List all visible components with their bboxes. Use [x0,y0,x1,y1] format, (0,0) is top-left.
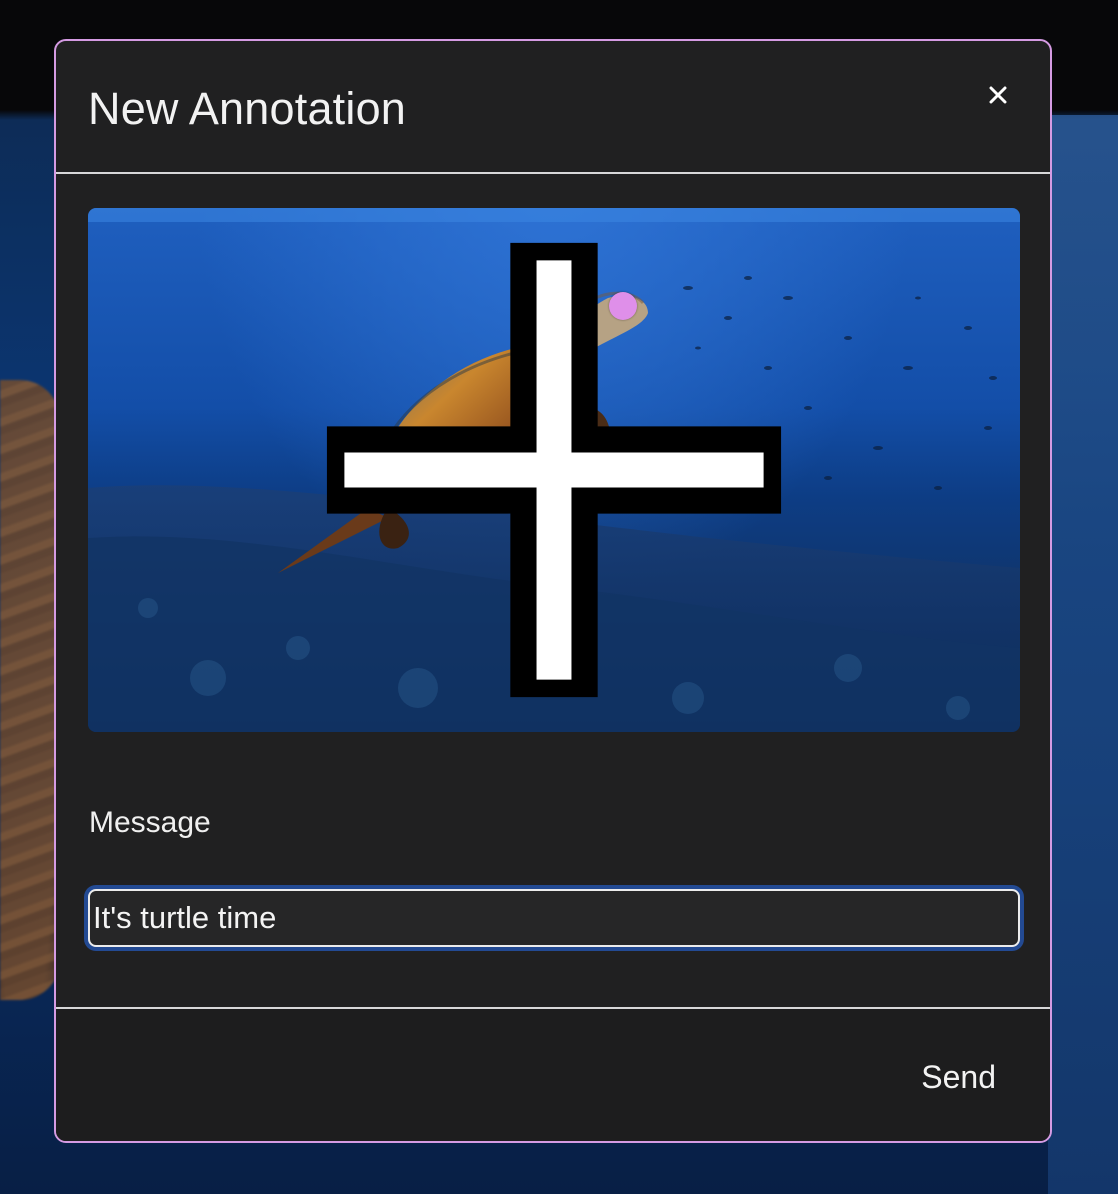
dialog-header: New Annotation [56,41,1050,174]
close-button[interactable] [984,81,1012,109]
send-button[interactable]: Send [921,1059,996,1096]
close-icon [989,86,1007,104]
dialog-body: Message [56,176,1050,1007]
dialog-title: New Annotation [88,83,407,134]
background-turtle-blur [0,380,60,1000]
dialog-footer: Send [56,1007,1050,1141]
message-input[interactable] [88,889,1020,947]
new-annotation-dialog: New Annotation Message It's turtle time … [54,39,1052,1143]
crosshair-icon [326,242,782,698]
background-ocean-edge [1048,115,1118,1194]
message-label: Message [89,806,211,839]
annotation-image[interactable] [88,208,1020,732]
